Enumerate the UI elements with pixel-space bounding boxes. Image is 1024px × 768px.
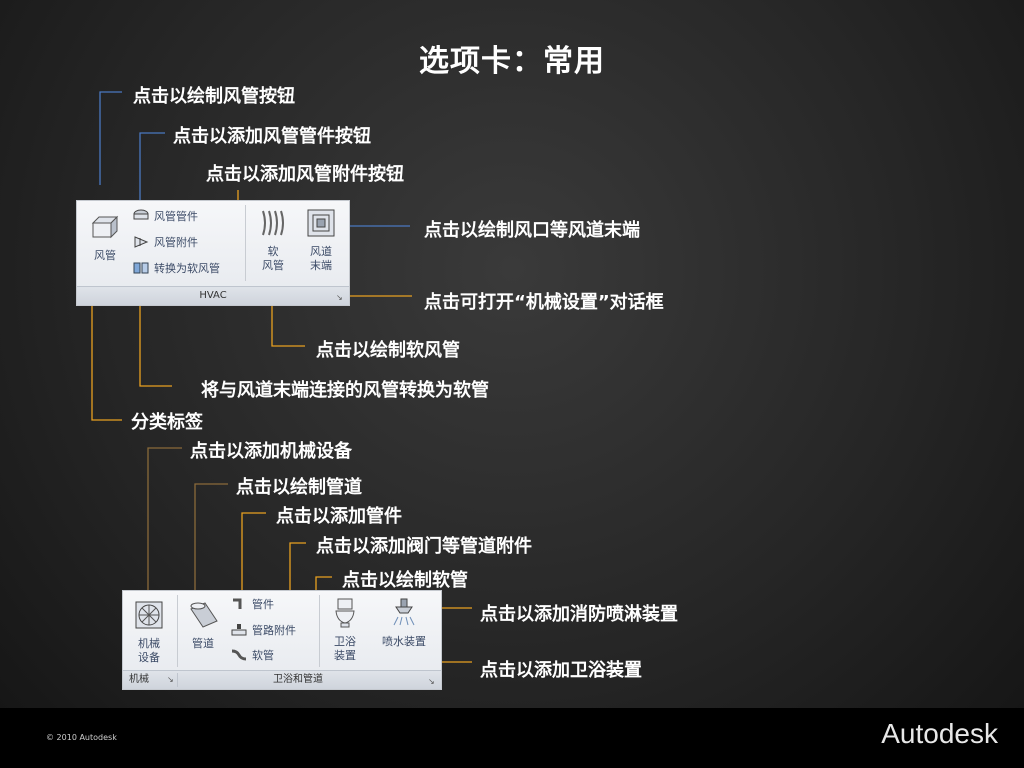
convert-flex-icon <box>133 262 149 274</box>
mech-settings-launcher-icon[interactable]: ↘ <box>336 293 345 302</box>
autodesk-logo: Autodesk <box>881 718 998 749</box>
line-mech-equipment <box>147 447 182 600</box>
sprinkler-icon <box>393 598 415 626</box>
air-terminal-icon <box>307 209 335 237</box>
plumbing-fixture-button[interactable]: 卫浴 装置 <box>325 597 365 663</box>
callout-draw-duct: 点击以绘制风管按钮 <box>133 86 295 107</box>
flex-pipe-label: 软管 <box>252 649 274 662</box>
duct-accessory-label: 风管附件 <box>154 236 198 249</box>
duct-fitting-button[interactable]: 风管管件 <box>133 207 198 225</box>
air-terminal-label-2: 末端 <box>310 259 332 272</box>
air-terminal-button[interactable]: 风道 末端 <box>301 207 341 273</box>
flex-pipe-icon <box>231 649 247 661</box>
footer-bar <box>0 708 1024 768</box>
pipe-fitting-button[interactable]: 管件 <box>231 595 274 613</box>
callout-draw-air-terminal: 点击以绘制风口等风道末端 <box>424 220 640 241</box>
callout-draw-pipe: 点击以绘制管道 <box>236 477 362 498</box>
hvac-panel-footer[interactable]: HVAC <box>77 286 349 305</box>
callout-open-mech-settings: 点击可打开“机械设置”对话框 <box>424 292 664 313</box>
sprinkler-button[interactable]: 喷水装置 <box>373 597 435 649</box>
pipe-label: 管道 <box>192 637 214 650</box>
air-terminal-label-1: 风道 <box>310 245 332 258</box>
panel-separator <box>319 595 320 667</box>
callout-add-duct-fitting: 点击以添加风管管件按钮 <box>173 126 371 147</box>
toilet-icon <box>335 598 355 628</box>
mech-equipment-label-2: 设备 <box>138 651 160 664</box>
hvac-footer-label: HVAC <box>199 290 227 301</box>
line-add-duct-fitting <box>139 132 165 208</box>
callout-draw-flex-duct: 点击以绘制软风管 <box>316 340 460 361</box>
line-draw-pipe <box>194 483 228 600</box>
callout-add-duct-accessory: 点击以添加风管附件按钮 <box>206 164 404 185</box>
duct-icon <box>91 215 119 239</box>
plumbing-panel-footer: 机械 ↘ 卫浴和管道 <box>123 670 441 689</box>
callout-add-sprinkler: 点击以添加消防喷淋装置 <box>480 604 678 625</box>
sprinkler-label: 喷水装置 <box>382 635 426 648</box>
duct-accessory-button[interactable]: 风管附件 <box>133 233 198 251</box>
flex-duct-label-1: 软 <box>267 245 279 258</box>
plumbing-fixture-label-1: 卫浴 <box>334 635 356 648</box>
plumbing-launcher-icon[interactable]: ↘ <box>428 677 437 686</box>
callout-convert-to-flex: 将与风道末端连接的风管转换为软管 <box>201 380 489 401</box>
hvac-ribbon-panel: 风管 风管管件 风管附件 转换为软风管 软 风管 风道 末端 HVAC ↘ <box>76 200 350 306</box>
pipe-icon <box>190 602 218 628</box>
plumbing-ribbon-panel: 机械 设备 管道 管件 管路附件 软管 卫浴 装置 喷水装置 机械 ↘ 卫浴和管… <box>122 590 442 690</box>
callout-add-mech-equipment: 点击以添加机械设备 <box>190 441 352 462</box>
pipe-accessory-label: 管路附件 <box>252 624 296 637</box>
flex-pipe-button[interactable]: 软管 <box>231 646 274 664</box>
convert-flex-label: 转换为软风管 <box>154 262 220 275</box>
callout-add-pipe-accessory: 点击以添加阀门等管道附件 <box>316 536 532 557</box>
flex-duct-label-2: 风管 <box>262 259 284 272</box>
flex-duct-icon <box>262 210 284 236</box>
plumbing-footer-label[interactable]: 卫浴和管道 <box>273 671 323 689</box>
line-category-label <box>91 300 122 421</box>
duct-accessory-icon <box>134 236 149 248</box>
slide-title: 选项卡：常用 <box>419 44 605 79</box>
callout-category-label: 分类标签 <box>131 412 203 433</box>
duct-label: 风管 <box>94 249 116 262</box>
convert-flex-duct-button[interactable]: 转换为软风管 <box>133 259 220 277</box>
duct-fitting-label: 风管管件 <box>154 210 198 223</box>
line-draw-duct <box>99 91 122 185</box>
mech-equipment-label-1: 机械 <box>138 637 160 650</box>
callout-draw-flex-pipe: 点击以绘制软管 <box>342 570 468 591</box>
pipe-fitting-icon <box>233 598 242 609</box>
flex-duct-button[interactable]: 软 风管 <box>255 207 291 273</box>
plumbing-fixture-label-2: 装置 <box>334 649 356 662</box>
line-pipe-fitting <box>241 512 266 598</box>
copyright-text: © 2010 Autodesk <box>46 733 117 742</box>
footer-separator <box>177 673 178 687</box>
pipe-button[interactable]: 管道 <box>183 599 223 651</box>
pipe-accessory-button[interactable]: 管路附件 <box>231 621 296 639</box>
pipe-accessory-icon <box>231 624 247 636</box>
callout-add-plumbing-fixture: 点击以添加卫浴装置 <box>480 660 642 681</box>
mech-equipment-icon <box>135 601 163 629</box>
mech-launcher-icon[interactable]: ↘ <box>167 671 174 689</box>
pipe-fitting-label: 管件 <box>252 598 274 611</box>
duct-fitting-icon <box>133 209 149 220</box>
panel-separator <box>245 205 246 281</box>
panel-separator <box>177 595 178 667</box>
duct-button[interactable]: 风管 <box>85 211 125 263</box>
mech-footer-label[interactable]: 机械 <box>129 671 149 689</box>
mech-equipment-button[interactable]: 机械 设备 <box>129 599 169 665</box>
callout-add-pipe-fitting: 点击以添加管件 <box>276 506 402 527</box>
